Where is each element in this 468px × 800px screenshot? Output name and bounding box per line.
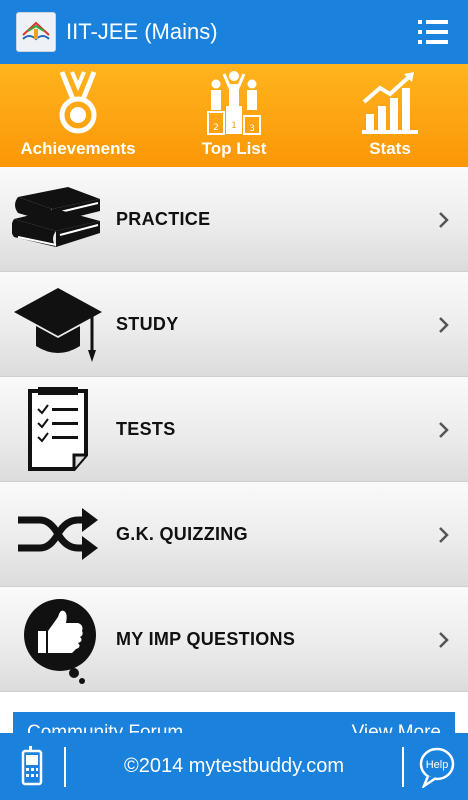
phone-icon[interactable] bbox=[20, 746, 44, 786]
books-icon bbox=[12, 187, 100, 247]
achievements-button[interactable]: Achievements bbox=[0, 64, 156, 167]
menu-item-tests[interactable]: TESTS bbox=[0, 377, 468, 482]
menu-list-icon[interactable] bbox=[418, 18, 448, 46]
main-menu-list: PRACTICE STUDY TESTS G.K. QUIZZING MY IM… bbox=[0, 167, 468, 692]
menu-item-label: PRACTICE bbox=[116, 209, 211, 229]
app-bar: IIT-JEE (Mains) bbox=[0, 0, 468, 64]
top-list-label: Top List bbox=[201, 139, 267, 158]
svg-text:3: 3 bbox=[249, 124, 255, 134]
app-title: IIT-JEE (Mains) bbox=[66, 19, 218, 44]
chevron-right-icon bbox=[439, 527, 449, 543]
chevron-right-icon bbox=[439, 212, 449, 228]
help-button[interactable]: Help bbox=[418, 746, 456, 790]
help-bubble-icon: Help bbox=[419, 747, 455, 790]
menu-item-label: G.K. QUIZZING bbox=[116, 524, 248, 544]
menu-item-label: MY IMP QUESTIONS bbox=[116, 629, 296, 649]
menu-item-practice[interactable]: PRACTICE bbox=[0, 167, 468, 272]
svg-text:2: 2 bbox=[213, 123, 219, 133]
stats-chart-icon bbox=[362, 72, 418, 134]
stats-label: Stats bbox=[369, 139, 411, 158]
achievements-label: Achievements bbox=[20, 139, 136, 158]
medal-icon bbox=[59, 71, 97, 134]
thumbs-up-icon bbox=[24, 599, 96, 684]
footer-divider bbox=[402, 747, 404, 787]
footer-bar: ©2014 mytestbuddy.com Help bbox=[0, 733, 468, 800]
menu-item-label: TESTS bbox=[116, 419, 176, 439]
stats-button[interactable]: Stats bbox=[312, 64, 468, 167]
svg-text:1: 1 bbox=[231, 121, 237, 131]
chevron-right-icon bbox=[439, 422, 449, 438]
menu-item-study[interactable]: STUDY bbox=[0, 272, 468, 377]
copyright-text: ©2014 mytestbuddy.com bbox=[123, 755, 345, 777]
chevron-right-icon bbox=[439, 317, 449, 333]
menu-item-label: STUDY bbox=[116, 314, 179, 334]
top-navigation: Achievements 2 1 3 Top List Stats bbox=[0, 64, 468, 167]
clipboard-checklist-icon bbox=[28, 387, 88, 471]
menu-item-gk-quizzing[interactable]: G.K. QUIZZING bbox=[0, 482, 468, 587]
shuffle-icon bbox=[18, 508, 98, 560]
top-list-button[interactable]: 2 1 3 Top List bbox=[156, 64, 312, 167]
help-label: Help bbox=[426, 759, 449, 771]
podium-icon: 2 1 3 bbox=[207, 71, 261, 135]
app-logo bbox=[16, 12, 56, 52]
graduation-cap-icon bbox=[14, 288, 102, 362]
menu-item-my-imp-questions[interactable]: MY IMP QUESTIONS bbox=[0, 587, 468, 692]
chevron-right-icon bbox=[439, 632, 449, 648]
